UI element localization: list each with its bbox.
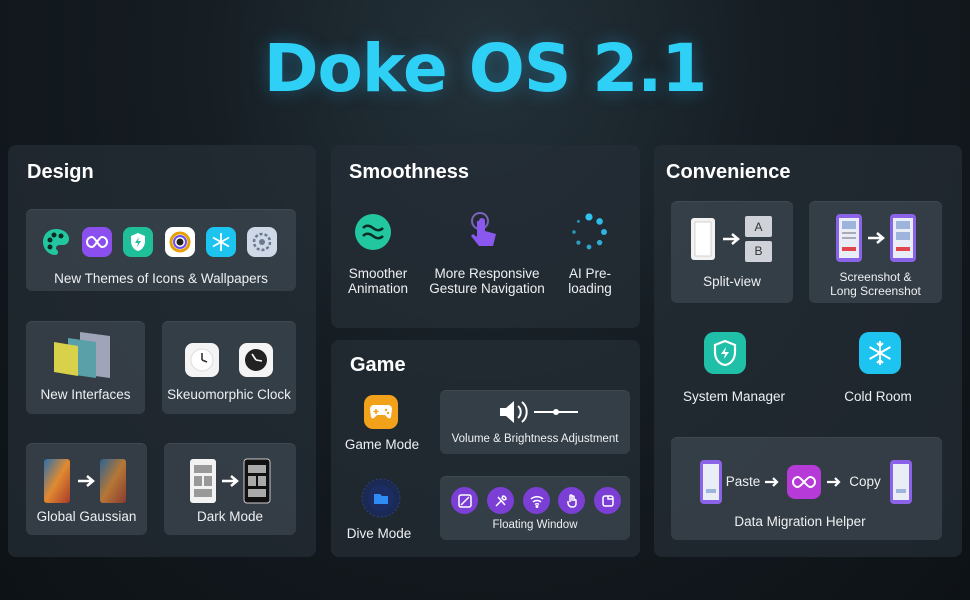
split-a-label: A (754, 220, 763, 234)
gaussian-icon (42, 457, 130, 510)
gesture-label-1: More Responsive (434, 266, 540, 281)
gesture-label-2: Gesture Navigation (429, 281, 545, 296)
smoothness-title: Smoothness (349, 161, 470, 183)
hand-icon (558, 487, 585, 514)
cold-room-label: Cold Room (844, 389, 912, 404)
paste-label: Paste (725, 474, 761, 489)
themes-label: New Themes of Icons & Wallpapers (54, 271, 268, 286)
interfaces-label: New Interfaces (40, 387, 131, 402)
data-link-icon (787, 465, 821, 499)
camera-icon (165, 227, 195, 257)
convenience-title: Convenience (666, 161, 791, 183)
game-title: Game (350, 354, 406, 376)
phone-source-icon (699, 459, 723, 510)
volume-icon (498, 398, 580, 431)
wrench-icon (487, 487, 514, 514)
gamepad-icon (364, 395, 398, 429)
settings-icon (247, 227, 277, 257)
migration-label: Data Migration Helper (734, 514, 866, 529)
light-clock-icon (185, 343, 219, 377)
ai-label-2: loading (568, 281, 612, 296)
infinity-icon (82, 227, 112, 257)
screenshot-label-1: Screenshot & (839, 270, 912, 284)
dive-icon (361, 478, 401, 523)
dark-mode-icon (188, 457, 274, 510)
wave-icon (354, 213, 392, 256)
system-manager-label: System Manager (682, 389, 786, 404)
volume-label: Volume & Brightness Adjustment (451, 433, 619, 445)
palette-icon (41, 227, 71, 257)
split-view-label: Split-view (703, 274, 761, 289)
split-b-label: B (754, 244, 763, 258)
system-manager-icon (704, 332, 746, 374)
cold-room-icon (859, 332, 901, 374)
game-mode-label: Game Mode (344, 437, 420, 452)
phone-target-icon (889, 459, 913, 510)
loading-icon (569, 212, 609, 257)
interfaces-icon (52, 330, 112, 385)
snowflake-icon (206, 227, 236, 257)
screenshot-icon (451, 487, 478, 514)
touch-icon (466, 211, 502, 256)
dark-mode-label: Dark Mode (196, 509, 264, 524)
clock-label: Skeuomorphic Clock (167, 387, 291, 402)
shield-icon (123, 227, 153, 257)
page-title: Doke OS 2.1 (263, 30, 708, 107)
dark-clock-icon (239, 343, 273, 377)
smoother-label-1: Smoother (348, 266, 408, 281)
ai-label-1: AI Pre- (568, 266, 611, 281)
screenshot-label-2: Long Screenshot (830, 284, 921, 298)
window-icon (594, 487, 621, 514)
design-title: Design (27, 161, 94, 183)
arrow-right-icon (764, 474, 780, 495)
smoother-label-2: Animation (347, 281, 409, 296)
wifi-icon (523, 487, 550, 514)
arrow-right-icon (826, 474, 842, 495)
long-screenshot-icon (834, 212, 918, 269)
dive-mode-label: Dive Mode (346, 526, 412, 541)
floating-label: Floating Window (492, 519, 578, 531)
copy-label: Copy (849, 474, 881, 489)
gaussian-label: Global Gaussian (36, 509, 137, 524)
